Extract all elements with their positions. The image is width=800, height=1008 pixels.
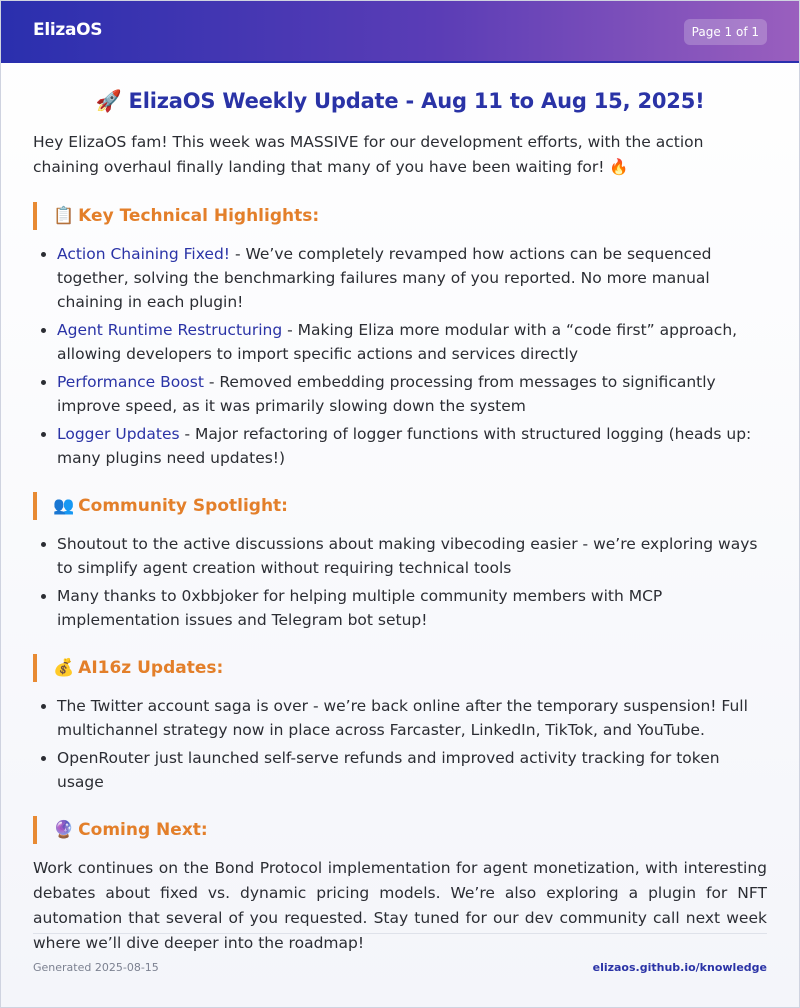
header-bar: ElizaOS Page 1 of 1 xyxy=(1,1,799,63)
list-item: OpenRouter just launched self-serve refu… xyxy=(57,746,767,794)
brand-logo[interactable]: ElizaOS xyxy=(33,20,103,40)
page-frame: ElizaOS Page 1 of 1 🚀 ElizaOS Weekly Upd… xyxy=(0,0,800,1008)
list-item: Logger Updates - Major refactoring of lo… xyxy=(57,422,767,470)
money-bag-icon: 💰 xyxy=(53,658,75,678)
clipboard-icon: 📋 xyxy=(53,206,75,226)
list-item: Performance Boost - Removed embedding pr… xyxy=(57,370,767,418)
page-title: 🚀 ElizaOS Weekly Update - Aug 11 to Aug … xyxy=(95,89,705,113)
highlight-title: Action Chaining Fixed! xyxy=(57,245,231,263)
list-item: Action Chaining Fixed! - We’ve completel… xyxy=(57,242,767,314)
people-icon: 👥 xyxy=(53,496,75,516)
section-heading-community: 👥 Community Spotlight: xyxy=(33,492,767,520)
highlight-title: Performance Boost xyxy=(57,373,204,391)
intro-paragraph: Hey ElizaOS fam! This week was MASSIVE f… xyxy=(33,133,704,176)
ai16z-list: The Twitter account saga is over - we’re… xyxy=(33,694,767,794)
list-item: Shoutout to the active discussions about… xyxy=(57,532,767,580)
main-content: 🚀 ElizaOS Weekly Update - Aug 11 to Aug … xyxy=(1,89,799,956)
section-heading-highlights: 📋 Key Technical Highlights: xyxy=(33,202,767,230)
section-heading-ai16z: 💰 AI16z Updates: xyxy=(33,654,767,682)
footer: Generated 2025-08-15 elizaos.github.io/k… xyxy=(33,933,767,994)
highlight-title: Agent Runtime Restructuring xyxy=(57,321,283,339)
highlight-title: Logger Updates xyxy=(57,425,180,443)
list-item: Many thanks to 0xbbjoker for helping mul… xyxy=(57,584,767,632)
section-heading-next: 🔮 Coming Next: xyxy=(33,816,767,844)
community-list: Shoutout to the active discussions about… xyxy=(33,532,767,632)
knowledge-link[interactable]: elizaos.github.io/knowledge xyxy=(593,961,767,974)
section-heading-label: Community Spotlight: xyxy=(78,496,288,516)
list-item: The Twitter account saga is over - we’re… xyxy=(57,694,767,742)
section-heading-label: Key Technical Highlights: xyxy=(78,206,320,226)
highlights-list: Action Chaining Fixed! - We’ve completel… xyxy=(33,242,767,470)
page-indicator-badge: Page 1 of 1 xyxy=(683,19,767,45)
generated-date: Generated 2025-08-15 xyxy=(33,961,159,974)
section-heading-label: Coming Next: xyxy=(78,820,208,840)
list-item: Agent Runtime Restructuring - Making Eli… xyxy=(57,318,767,366)
crystal-ball-icon: 🔮 xyxy=(53,820,75,840)
section-heading-label: AI16z Updates: xyxy=(78,658,224,678)
